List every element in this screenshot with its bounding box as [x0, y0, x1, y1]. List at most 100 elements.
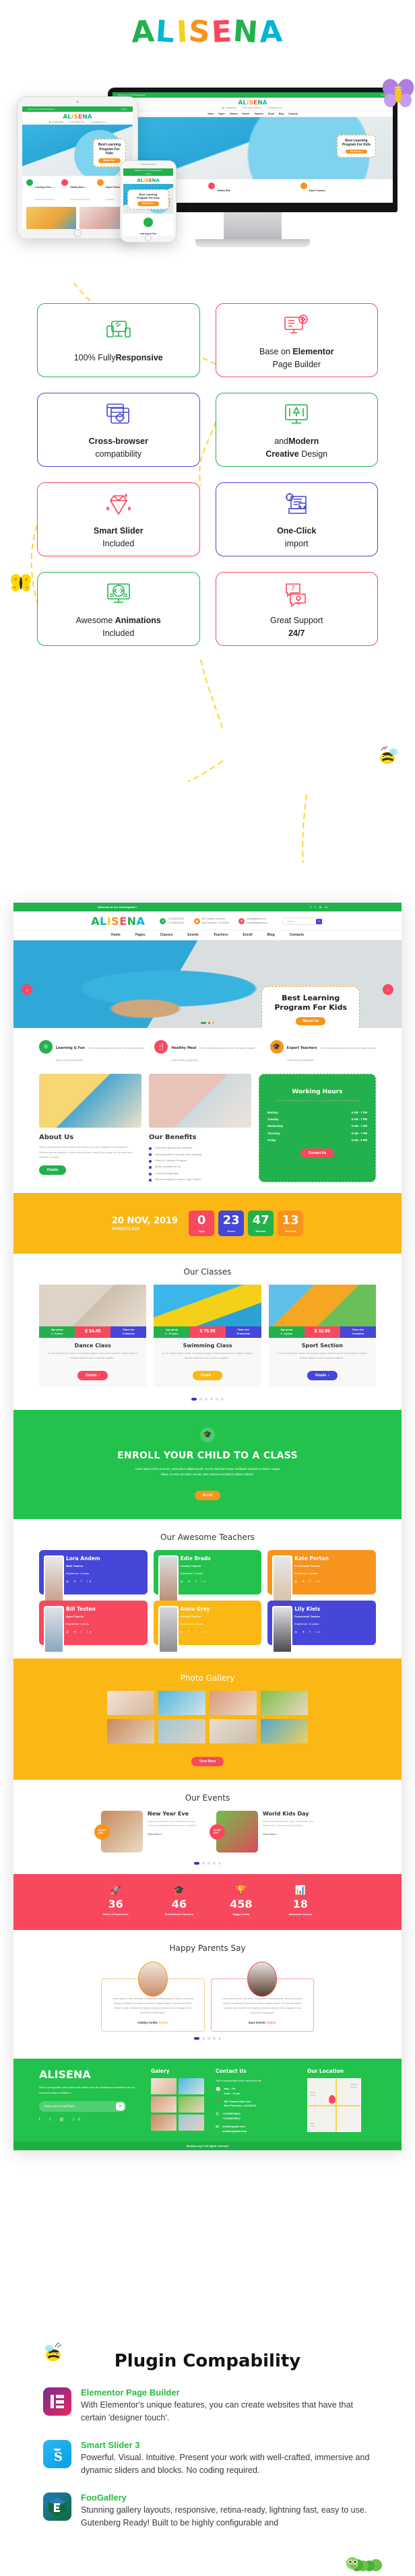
classes-pager[interactable]: [13, 1392, 402, 1410]
events-pager[interactable]: [13, 1857, 402, 1874]
testimonial-text: Lorem ipsum dolor sit amet, consectetur …: [112, 1997, 193, 2015]
mini-nav-item[interactable]: Home: [208, 112, 214, 115]
benefit-item: Teaching kids to express their creativit…: [149, 1151, 251, 1157]
logo-letter: S: [111, 915, 120, 928]
event-read-more[interactable]: Read More ›: [263, 1832, 314, 1836]
footer-gallery-grid[interactable]: [151, 2078, 205, 2131]
teacher-photo: [158, 1555, 179, 1603]
nav-item-contacts[interactable]: Contacts: [290, 933, 304, 937]
teacher-social[interactable]: ◎ ✦ f in: [66, 1630, 142, 1634]
gallery-photo[interactable]: [261, 1690, 308, 1715]
footer-gallery-photo[interactable]: [151, 2115, 177, 2131]
class-details-button[interactable]: Details ›: [307, 1370, 338, 1380]
mini-features-ipad: Learning & FunSed ut perspiciatis unde o…: [22, 176, 133, 207]
teacher-photo: [44, 1555, 64, 1603]
logo-letter: N: [82, 114, 88, 121]
hero-next-button[interactable]: ›: [383, 984, 393, 995]
class-card: Age group 4 - 10 years $ 75.99 Class size…: [154, 1285, 261, 1387]
countdown-unit: 47 Minutes: [248, 1211, 274, 1237]
footer-social-links[interactable]: f t @ in: [39, 2118, 140, 2122]
send-icon[interactable]: ➤: [116, 2102, 125, 2111]
enroll-button[interactable]: Enroll: [194, 1490, 221, 1500]
site-navigation[interactable]: Home Pages Classes Events Teachers Enroll Blog…: [13, 930, 402, 940]
hero-prev-button[interactable]: ‹: [22, 984, 32, 995]
teacher-name: Anna Grey: [180, 1605, 210, 1612]
footer-copyright: Buzline.org © All rights reserved: [13, 2142, 402, 2151]
class-meta: Age group 4 - 8 years $ 32.99 Class size 6…: [268, 1326, 376, 1339]
mini-nav-item[interactable]: Blog: [279, 112, 284, 115]
nav-item-enroll[interactable]: Enroll: [243, 933, 252, 937]
clock-icon: 🕐: [216, 2088, 221, 2092]
mini-nav-item[interactable]: Enroll: [268, 112, 274, 115]
footer-gallery-title: Galery: [151, 2068, 170, 2075]
footer-gallery-photo[interactable]: [179, 2078, 204, 2095]
class-photo: [268, 1285, 376, 1327]
benefit-item: Education games and activities: [149, 1145, 251, 1151]
mini-nav-item[interactable]: Contacts: [288, 112, 298, 115]
site-search-input[interactable]: Search... ⌕: [282, 917, 324, 925]
newsletter-input[interactable]: Enter your E-mail here... ➤: [39, 2100, 127, 2112]
class-size: Class size 6 students: [340, 1326, 376, 1339]
teacher-social[interactable]: ◎ ✦ f in: [181, 1630, 257, 1634]
device-mockup: Welcome to Our Kindergarten! f t @ in ALI…: [0, 79, 415, 303]
teachers-title: Our Awesome Teachers: [160, 1532, 255, 1542]
teacher-social[interactable]: ◎ ✦ f in: [294, 1630, 371, 1634]
mini-welcome-iphone: Welcome to Our Kindergarten!: [134, 169, 162, 172]
teacher-social[interactable]: ◎ ✦ f in: [66, 1580, 142, 1584]
footer-gallery-photo[interactable]: [179, 2115, 204, 2131]
footer-gallery-column: Galery: [151, 2068, 205, 2133]
mini-nav-item[interactable]: Classes: [230, 112, 238, 115]
mini-nav-item[interactable]: Pages: [218, 112, 224, 115]
gallery-photo[interactable]: [158, 1690, 205, 1715]
logo-letter: N: [257, 100, 263, 106]
nav-item-pages[interactable]: Pages: [135, 933, 146, 937]
footer-gallery-photo[interactable]: [179, 2096, 204, 2113]
gallery-photo[interactable]: [210, 1690, 257, 1715]
site-social-links[interactable]: f t @ in: [311, 905, 327, 909]
phone-icon: ✆: [160, 918, 166, 924]
nav-item-blog[interactable]: Blog: [267, 933, 275, 937]
class-card: Age group 4 - 8 years $ 32.99 Class size 6…: [268, 1285, 376, 1387]
nav-item-home[interactable]: Home: [111, 933, 121, 937]
design-monitor-icon: [283, 399, 310, 430]
class-details-button[interactable]: Details ›: [77, 1370, 108, 1380]
mini-hero-card-iphone: Best Learning Program For Kids About Us ›: [127, 189, 170, 210]
feature-card-label: Awesome Animations Included: [75, 615, 161, 638]
about-details-button[interactable]: Details: [39, 1165, 67, 1175]
hours-row: Monday 9 AM - 7 PM: [267, 1111, 367, 1115]
class-details-button[interactable]: Details ›: [192, 1370, 223, 1380]
mini-nav-item[interactable]: Teachers: [254, 112, 263, 115]
class-meta: Age group 4 - 9 years $ 34.45 Class size 6…: [39, 1326, 147, 1339]
event-date-badge: 31 DEC 2019: [94, 1824, 110, 1840]
gallery-photo[interactable]: [261, 1718, 308, 1743]
teacher-social[interactable]: ◎ ✦ f in: [181, 1580, 257, 1584]
feature-card-label: Cross-browser compatibility: [88, 436, 148, 459]
gallery-photo[interactable]: [210, 1718, 257, 1743]
feature-row: Cross-browser compatibility andModern Crea…: [37, 393, 378, 467]
benefits-title: Our Benefits: [149, 1134, 197, 1141]
gallery-photo[interactable]: [158, 1718, 205, 1743]
hero-slider-dots[interactable]: [201, 1022, 214, 1024]
footer-map[interactable]: Oakland Ontario Maple Forest West Chino: [307, 2078, 361, 2133]
hours-contact-button[interactable]: Contact Us: [300, 1149, 335, 1159]
teacher-social[interactable]: ◎ ✦ f in: [294, 1580, 371, 1584]
benefits-column: Our Benefits Education games and activit…: [149, 1074, 251, 1182]
event-read-more[interactable]: Read More ›: [148, 1832, 199, 1836]
footer-gallery-photo[interactable]: [151, 2078, 177, 2095]
stat-item: 🏆 458 Happy Kinds: [230, 1885, 252, 1917]
hero-about-button[interactable]: About Us: [295, 1017, 326, 1026]
testimonials-pager[interactable]: [13, 2032, 402, 2049]
gallery-photo[interactable]: [107, 1690, 154, 1715]
search-icon[interactable]: ⌕: [315, 918, 322, 924]
gallery-view-more-button[interactable]: View More: [191, 1756, 224, 1766]
countdown-event: PARENTS DAY: [111, 1227, 140, 1231]
site-logo[interactable]: ALISENA: [91, 915, 145, 928]
nav-item-teachers[interactable]: Teachers: [214, 933, 228, 937]
benefit-item: Music activities for all: [149, 1163, 251, 1169]
footer-gallery-photo[interactable]: [151, 2096, 177, 2113]
nav-item-classes[interactable]: Classes: [160, 933, 173, 937]
hero-card: Best Learning Program For Kids About Us: [261, 986, 360, 1028]
nav-item-events[interactable]: Events: [187, 933, 198, 937]
mini-nav-item[interactable]: Events: [243, 112, 249, 115]
gallery-photo[interactable]: [107, 1718, 154, 1743]
